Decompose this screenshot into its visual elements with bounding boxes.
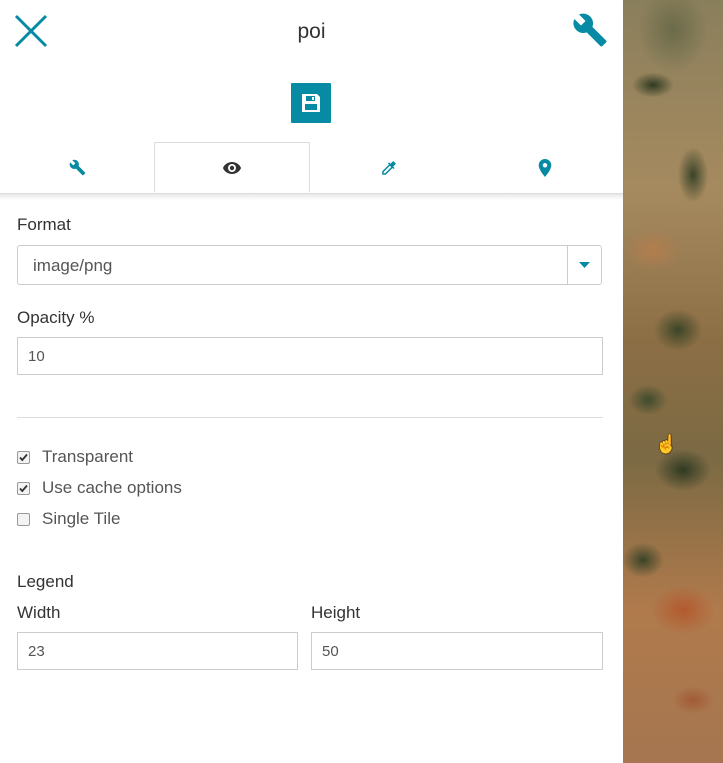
tabs-shadow: [0, 194, 623, 200]
tab-display[interactable]: [154, 142, 310, 193]
map-marker-icon: [538, 158, 552, 177]
opacity-label: Opacity %: [17, 308, 95, 327]
map-background[interactable]: [623, 0, 723, 763]
settings-tabs: [0, 142, 623, 194]
page-title: poi: [297, 20, 326, 43]
legend-label: Legend: [17, 572, 74, 591]
legend-width-input[interactable]: [17, 632, 298, 670]
floppy-disk-icon: [302, 94, 320, 112]
transparent-option[interactable]: Transparent: [17, 447, 133, 467]
divider: [17, 417, 603, 418]
layer-settings-panel: poi Format image/png Opacity % 10 Transp…: [0, 0, 623, 763]
chevron-down-icon[interactable]: [567, 246, 601, 284]
wrench-icon: [69, 159, 85, 176]
eyedropper-icon: [381, 160, 396, 175]
cache-label: Use cache options: [42, 478, 182, 497]
single-tile-label: Single Tile: [42, 509, 121, 528]
height-label: Height: [311, 603, 361, 622]
wrench-icon[interactable]: [572, 12, 608, 48]
width-label: Width: [17, 603, 61, 622]
hand-cursor-icon: ☝: [655, 434, 678, 454]
cache-checkbox[interactable]: [17, 481, 30, 495]
transparent-checkbox[interactable]: [17, 450, 30, 464]
panel-header: poi: [0, 0, 623, 64]
save-button[interactable]: [291, 83, 331, 123]
transparent-label: Transparent: [42, 447, 134, 466]
opacity-input[interactable]: [17, 337, 603, 375]
tab-style[interactable]: [310, 142, 467, 193]
tab-general[interactable]: [0, 142, 154, 193]
checkmark-icon: [19, 453, 28, 461]
single-tile-checkbox[interactable]: [17, 512, 30, 526]
cache-option[interactable]: Use cache options: [17, 478, 182, 498]
single-tile-option[interactable]: Single Tile: [17, 509, 120, 529]
format-select[interactable]: image/png: [17, 245, 602, 285]
format-label: Format: [17, 215, 71, 234]
checkmark-icon: [19, 484, 28, 492]
legend-height-input[interactable]: [311, 632, 603, 670]
format-value: image/png: [33, 256, 113, 275]
tab-location[interactable]: [467, 142, 623, 193]
eye-icon: [223, 161, 241, 174]
